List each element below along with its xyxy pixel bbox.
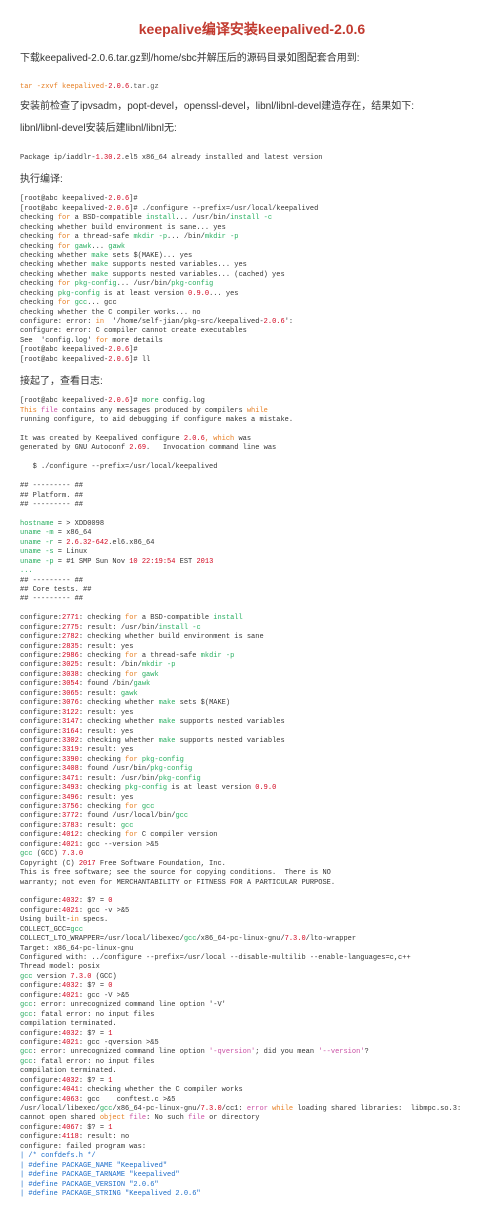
libnl-header: libnl/libnl-devel安装后建libnl/libnl无: xyxy=(20,122,484,136)
tar-command: tar -zxvf keepalived-2.0.6.tar.gz xyxy=(20,74,484,93)
config-log: [root@abc keepalived-2.0.6]# more config… xyxy=(20,397,484,1199)
touch-hint: 接起了，查看日志: xyxy=(20,375,484,389)
exec-procedure: 执行编译: xyxy=(20,173,484,187)
download-text: 下载keepalived-2.0.6.tar.gz到/home/sbc并解压后的… xyxy=(20,52,484,66)
configure-output-1: [root@abc keepalived-2.0.6]# [root@abc k… xyxy=(20,195,484,365)
predeps-text: 安装前检查了ipvsadm，popt-devel，openssl-devel，l… xyxy=(20,100,484,114)
page-title: keepalive编译安装keepalived-2.0.6 xyxy=(20,20,484,40)
iptraddr-line: Package ip/iaddlr-1.30.2.el5 x86_64 alre… xyxy=(20,144,484,163)
